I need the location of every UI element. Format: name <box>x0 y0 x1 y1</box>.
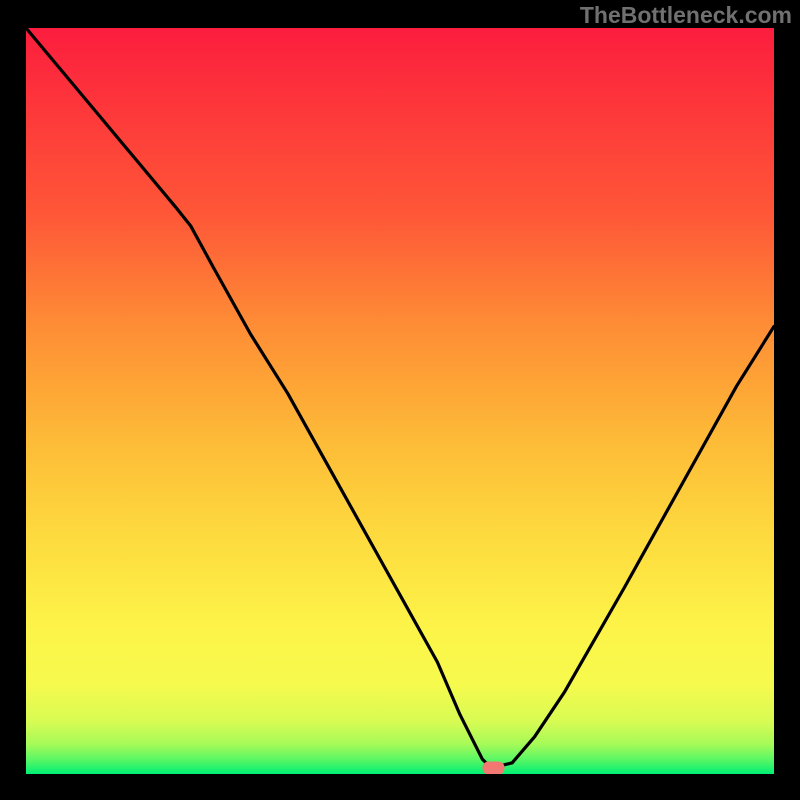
gradient-background <box>26 28 774 774</box>
minimum-marker <box>483 762 505 774</box>
chart-frame: TheBottleneck.com <box>0 0 800 800</box>
watermark-text: TheBottleneck.com <box>580 2 792 29</box>
plot-area <box>26 28 774 774</box>
chart-svg <box>26 28 774 774</box>
